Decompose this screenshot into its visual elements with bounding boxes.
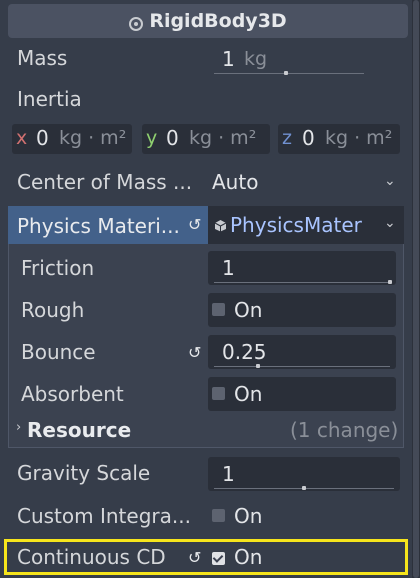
bounce-slider-track (214, 366, 390, 367)
inertia-y-axis: y (146, 127, 158, 149)
bounce-spinbox[interactable]: 0.25 (208, 335, 396, 369)
header-title: RigidBody3D (149, 10, 287, 32)
revert-icon[interactable]: ↺ (188, 548, 201, 567)
bounce-slider-grabber[interactable] (256, 364, 260, 368)
custom-integrator-label: Custom Integra... (17, 504, 191, 528)
mass-unit: kg (244, 48, 268, 70)
inertia-z-unit: kg · m² (325, 127, 393, 149)
resource-changes: (1 change) (290, 418, 399, 442)
absorbent-label: Absorbent (21, 382, 124, 406)
friction-label: Friction (21, 256, 95, 280)
friction-slider-track (214, 282, 390, 283)
absorbent-checkbox[interactable]: On (208, 377, 396, 411)
revert-icon[interactable]: ↺ (188, 343, 201, 362)
inertia-y-unit: kg · m² (189, 127, 257, 149)
inertia-y-field[interactable]: y 0 kg · m² (142, 124, 270, 154)
continuous-cd-label: Continuous CD (17, 545, 166, 569)
inertia-x-unit: kg · m² (59, 127, 127, 149)
custom-integrator-checkbox[interactable]: On (208, 499, 400, 533)
checkbox-icon (212, 509, 225, 522)
resource-section[interactable]: › Resource (1 change) (14, 416, 402, 444)
inertia-x-value: 0 (36, 126, 49, 150)
inertia-label: Inertia (17, 87, 82, 111)
physics-material-picker[interactable]: PhysicsMater ⌄ (208, 206, 404, 244)
inspector-header: RigidBody3D (8, 4, 408, 38)
mass-slider-grabber[interactable] (284, 71, 288, 75)
node-icon (129, 14, 144, 31)
resource-label: Resource (27, 418, 132, 442)
gravity-scale-spinbox[interactable]: 1 (208, 457, 400, 491)
rough-checkbox-label: On (234, 298, 263, 322)
rough-checkbox[interactable]: On (208, 293, 396, 327)
chevron-down-icon: ⌄ (384, 173, 396, 189)
physics-material-label: Physics Materi... (17, 214, 180, 238)
chevron-right-icon: › (16, 420, 22, 435)
continuous-cd-checkbox-label: On (234, 545, 263, 569)
revert-icon[interactable]: ↺ (188, 215, 201, 234)
gravity-scale-label: Gravity Scale (17, 461, 151, 485)
friction-slider-grabber[interactable] (388, 280, 392, 284)
custom-integrator-checkbox-label: On (234, 504, 263, 528)
physics-material-value: PhysicsMater (230, 213, 362, 237)
bounce-value: 0.25 (222, 340, 267, 364)
rough-label: Rough (21, 298, 85, 322)
friction-spinbox[interactable]: 1 (208, 251, 396, 285)
continuous-cd-checkbox[interactable]: On (208, 542, 400, 574)
inertia-x-field[interactable]: x 0 kg · m² (12, 124, 132, 154)
checkbox-icon (212, 303, 225, 316)
mass-slider-track (214, 73, 364, 74)
inertia-x-axis: x (16, 127, 28, 149)
scrollbar-grip[interactable] (413, 0, 419, 578)
resource-cube-icon (214, 217, 227, 236)
chevron-down-icon: ⌄ (384, 215, 396, 231)
inertia-z-value: 0 (302, 126, 315, 150)
mass-spinbox[interactable]: 1 kg (208, 44, 400, 75)
inertia-z-axis: z (282, 127, 292, 149)
checkbox-checked-icon (212, 552, 225, 565)
inertia-y-value: 0 (166, 126, 179, 150)
gravity-scale-slider-grabber[interactable] (302, 486, 306, 490)
center-of-mass-value: Auto (212, 170, 259, 194)
friction-value: 1 (222, 256, 235, 280)
inertia-z-field[interactable]: z 0 kg · m² (278, 124, 400, 154)
physics-material-header[interactable]: Physics Materi... ↺ (8, 206, 208, 244)
checkbox-icon (212, 387, 225, 400)
bounce-label: Bounce (21, 340, 96, 364)
mass-label: Mass (17, 46, 68, 70)
center-of-mass-dropdown[interactable]: Auto ⌄ (208, 166, 400, 198)
center-of-mass-label: Center of Mass ... (17, 170, 193, 194)
absorbent-checkbox-label: On (234, 382, 263, 406)
mass-value: 1 (222, 47, 235, 71)
gravity-scale-value: 1 (222, 462, 235, 486)
